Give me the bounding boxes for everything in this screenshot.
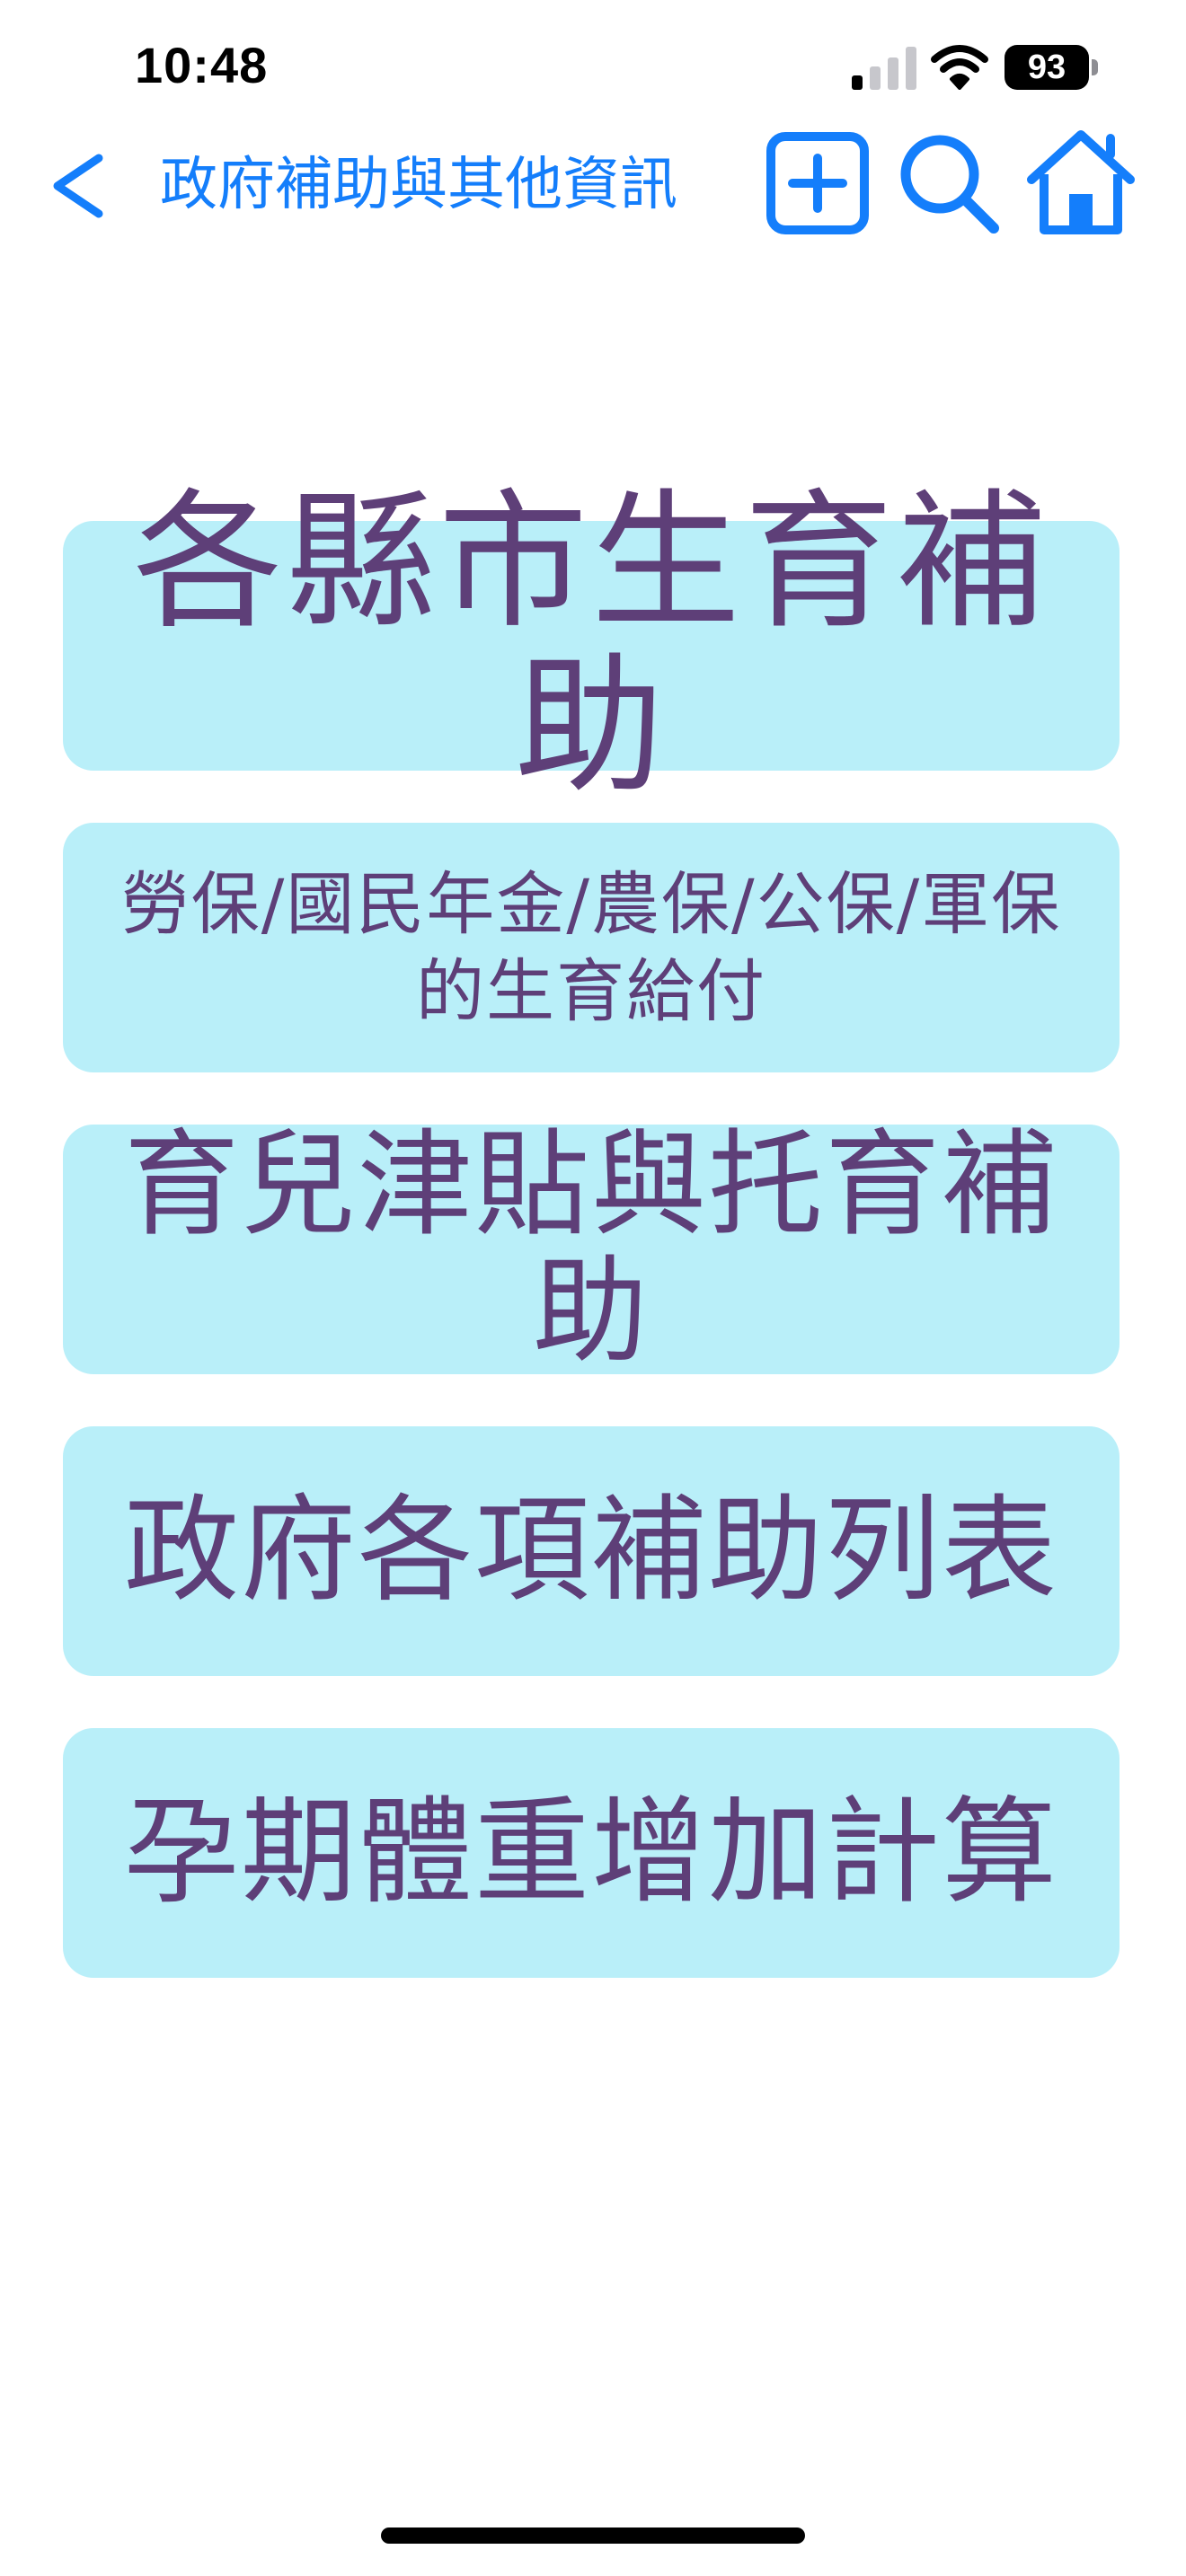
- home-button[interactable]: [1024, 128, 1137, 237]
- page-title: 政府補助與其他資訊: [160, 152, 677, 218]
- navigation-bar: 政府補助與其他資訊: [0, 126, 1186, 243]
- search-icon: [900, 135, 999, 234]
- status-time: 10:48: [135, 37, 269, 93]
- add-button[interactable]: [766, 131, 870, 235]
- back-button[interactable]: [40, 146, 120, 226]
- menu-item-label: 育兒津貼與托育補助: [123, 1118, 1058, 1379]
- battery-icon: 93: [1005, 45, 1089, 90]
- menu-item-pregnancy-weight-calculator[interactable]: 孕期體重增加計算: [63, 1728, 1120, 1978]
- menu-item-childcare-allowance[interactable]: 育兒津貼與托育補助: [63, 1118, 1120, 1379]
- menu-item-label: 孕期體重增加計算: [123, 1785, 1058, 1919]
- menu-item-label: 勞保/國民年金/農保/公保/軍保的生育給付: [120, 863, 1062, 1031]
- menu-item-insurance-maternity-benefits[interactable]: 勞保/國民年金/農保/公保/軍保的生育給付: [63, 823, 1120, 1072]
- wifi-icon: [931, 45, 988, 90]
- menu-item-label: 政府各項補助列表: [123, 1483, 1058, 1618]
- home-indicator[interactable]: [381, 2527, 805, 2544]
- signal-icon: [852, 47, 916, 90]
- add-square-icon: [766, 132, 869, 234]
- menu-item-government-subsidy-list[interactable]: 政府各項補助列表: [63, 1426, 1120, 1676]
- battery-tip: [1092, 59, 1098, 75]
- search-button[interactable]: [897, 131, 1001, 235]
- battery-level: 93: [1027, 48, 1067, 86]
- back-chevron-icon: [53, 154, 103, 218]
- status-bar: 10:48 93: [0, 0, 1186, 135]
- menu-item-label: 各縣市生育補助: [133, 476, 1049, 814]
- home-icon: [1027, 130, 1135, 234]
- menu-item-birth-subsidy-by-county[interactable]: 各縣市生育補助: [63, 481, 1120, 809]
